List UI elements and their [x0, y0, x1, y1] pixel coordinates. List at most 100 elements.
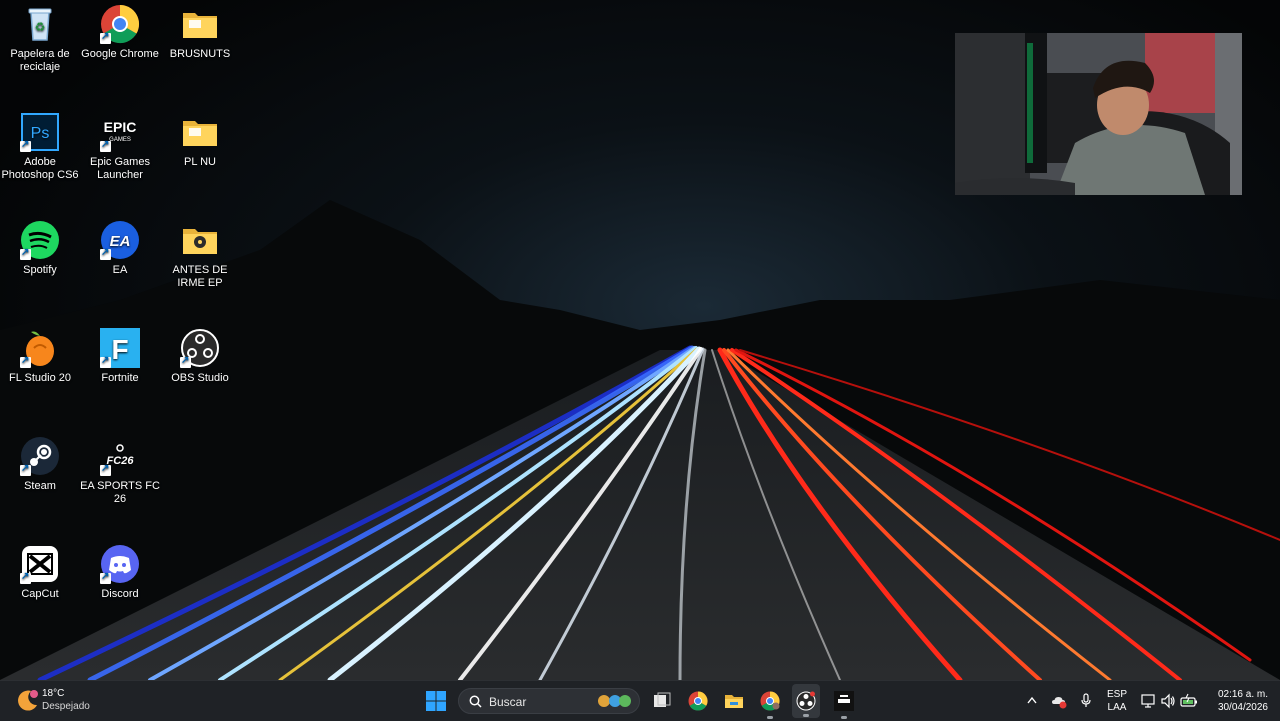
shortcut-arrow-icon — [100, 462, 111, 476]
desktop-icon-label: Google Chrome — [81, 48, 159, 60]
start-button[interactable] — [420, 681, 452, 721]
tray-app-button[interactable] — [1048, 681, 1070, 721]
show-hidden-icons-button[interactable] — [1022, 681, 1042, 721]
spotify-icon — [20, 220, 60, 260]
file-explorer-icon — [725, 695, 743, 708]
battery-charging-icon — [1180, 693, 1197, 707]
obs-icon — [180, 328, 220, 368]
desktop-icon-label: ANTES DE IRME EP — [172, 264, 228, 289]
desktop-icon-capcut[interactable]: CapCut — [0, 544, 80, 601]
search-highlight-icon — [598, 695, 631, 707]
desktop-icon-label: Steam — [24, 480, 56, 492]
shortcut-arrow-icon — [20, 354, 31, 368]
taskbar-fc26-button[interactable] — [830, 681, 858, 721]
cloud-alert-icon — [1052, 697, 1067, 709]
taskbar-chrome-button[interactable] — [684, 681, 712, 721]
desktop-icon-label: Papelera de reciclaje — [10, 48, 70, 73]
clock-time: 02:16 a. m. — [1217, 689, 1268, 700]
photoshop-icon: Ps — [20, 112, 60, 152]
desktop-icon-label: EA SPORTS FC 26 — [80, 480, 160, 505]
search-box[interactable]: Buscar — [458, 688, 640, 714]
folder-icon — [180, 220, 220, 260]
steam-icon — [20, 436, 60, 476]
language-line1: ESP — [1106, 689, 1127, 700]
shortcut-arrow-icon — [100, 570, 111, 584]
recycle-bin-icon: ♻ — [20, 4, 60, 44]
language-indicator[interactable]: ESP LAA — [1102, 681, 1132, 721]
taskbar-obs-button[interactable] — [792, 684, 820, 718]
webcam-feed-image — [955, 33, 1242, 195]
clock-button[interactable]: 02:16 a. m. 30/04/2026 — [1204, 681, 1274, 721]
desktop-icon-folder-brusnuts[interactable]: BRUSNUTS — [160, 4, 240, 61]
fc26-icon — [834, 691, 854, 711]
taskbar-file-explorer-button[interactable] — [720, 681, 748, 721]
quick-settings-button[interactable] — [1138, 681, 1200, 721]
chrome-icon — [688, 691, 708, 711]
chevron-up-icon — [1027, 696, 1037, 704]
desktop-icon-recycle-bin[interactable]: ♻ Papelera de reciclaje — [0, 4, 80, 74]
desktop-icon-obs[interactable]: OBS Studio — [160, 328, 240, 385]
chrome-icon — [760, 691, 780, 711]
shortcut-arrow-icon — [100, 138, 111, 152]
taskbar: 18°C Despejado Buscar ESP LAA 02:16 a. m… — [0, 680, 1280, 721]
shortcut-arrow-icon — [180, 354, 191, 368]
desktop-icon-ea[interactable]: EA EA — [80, 220, 160, 277]
folder-icon — [180, 4, 220, 44]
desktop-icon-chrome[interactable]: Google Chrome — [80, 4, 160, 61]
shortcut-arrow-icon — [20, 246, 31, 260]
search-label: Buscar — [489, 695, 527, 709]
shortcut-arrow-icon — [20, 462, 31, 476]
shortcut-arrow-icon — [100, 30, 111, 44]
desktop-icon-label: BRUSNUTS — [169, 48, 231, 60]
desktop-icon-epic-games[interactable]: EPIC GAMES Epic Games Launcher — [80, 112, 160, 182]
task-view-icon — [654, 692, 671, 707]
weather-widget[interactable]: 18°C Despejado — [14, 681, 124, 721]
epic-games-icon: EPIC GAMES — [100, 112, 140, 152]
epic-glyph: EPIC — [104, 119, 137, 135]
svg-text:♻: ♻ — [35, 20, 46, 34]
moon-weather-icon — [18, 690, 38, 711]
desktop-icon-label: Discord — [101, 588, 139, 600]
weather-temp: 18°C — [42, 688, 65, 699]
desktop-icon-label: Spotify — [23, 264, 57, 276]
desktop-icon-steam[interactable]: Steam — [0, 436, 80, 493]
language-line2: LAA — [1107, 702, 1127, 713]
desktop-icon-label: CapCut — [21, 588, 59, 600]
network-icon — [1141, 694, 1155, 708]
folder-icon — [180, 112, 220, 152]
photoshop-glyph: Ps — [31, 125, 50, 142]
desktop-icon-fc26[interactable]: FC26 EA SPORTS FC 26 — [80, 436, 160, 506]
desktop-icon-folder-pl-nu[interactable]: PL NU — [160, 112, 240, 169]
shortcut-arrow-icon — [100, 246, 111, 260]
capcut-icon — [20, 544, 60, 584]
desktop-icon-fl-studio[interactable]: FL Studio 20 — [0, 328, 80, 385]
desktop-icon-label: FL Studio 20 — [9, 372, 71, 384]
shortcut-arrow-icon — [100, 354, 111, 368]
desktop-icon-folder-antes-de-irme[interactable]: ANTES DE IRME EP — [160, 220, 240, 290]
desktop-icon-label: PL NU — [184, 156, 216, 168]
webcam-overlay — [955, 33, 1242, 195]
desktop[interactable]: ♻ Papelera de reciclaje Ps Adobe Photosh… — [0, 0, 1280, 680]
ea-glyph: EA — [110, 233, 131, 250]
desktop-icon-discord[interactable]: Discord — [80, 544, 160, 601]
desktop-icon-spotify[interactable]: Spotify — [0, 220, 80, 277]
search-icon — [469, 695, 482, 708]
obs-icon — [796, 691, 816, 711]
taskbar-chrome-app-button[interactable] — [756, 681, 784, 721]
discord-icon — [100, 544, 140, 584]
desktop-icon-label: Adobe Photoshop CS6 — [1, 156, 79, 181]
volume-icon — [1161, 693, 1175, 709]
shortcut-arrow-icon — [20, 138, 31, 152]
task-view-button[interactable] — [648, 681, 676, 721]
fortnite-glyph: F — [111, 334, 128, 365]
running-indicator — [767, 716, 773, 719]
desktop-icon-label: Fortnite — [101, 372, 139, 384]
windows-logo-icon — [426, 691, 446, 711]
microphone-button[interactable] — [1076, 681, 1096, 721]
epic-sub-glyph: GAMES — [109, 137, 131, 143]
chrome-icon — [100, 4, 140, 44]
desktop-icon-photoshop[interactable]: Ps Adobe Photoshop CS6 — [0, 112, 80, 182]
running-indicator — [841, 716, 847, 719]
desktop-icon-fortnite[interactable]: F Fortnite — [80, 328, 160, 385]
desktop-icon-label: Epic Games Launcher — [90, 156, 150, 181]
